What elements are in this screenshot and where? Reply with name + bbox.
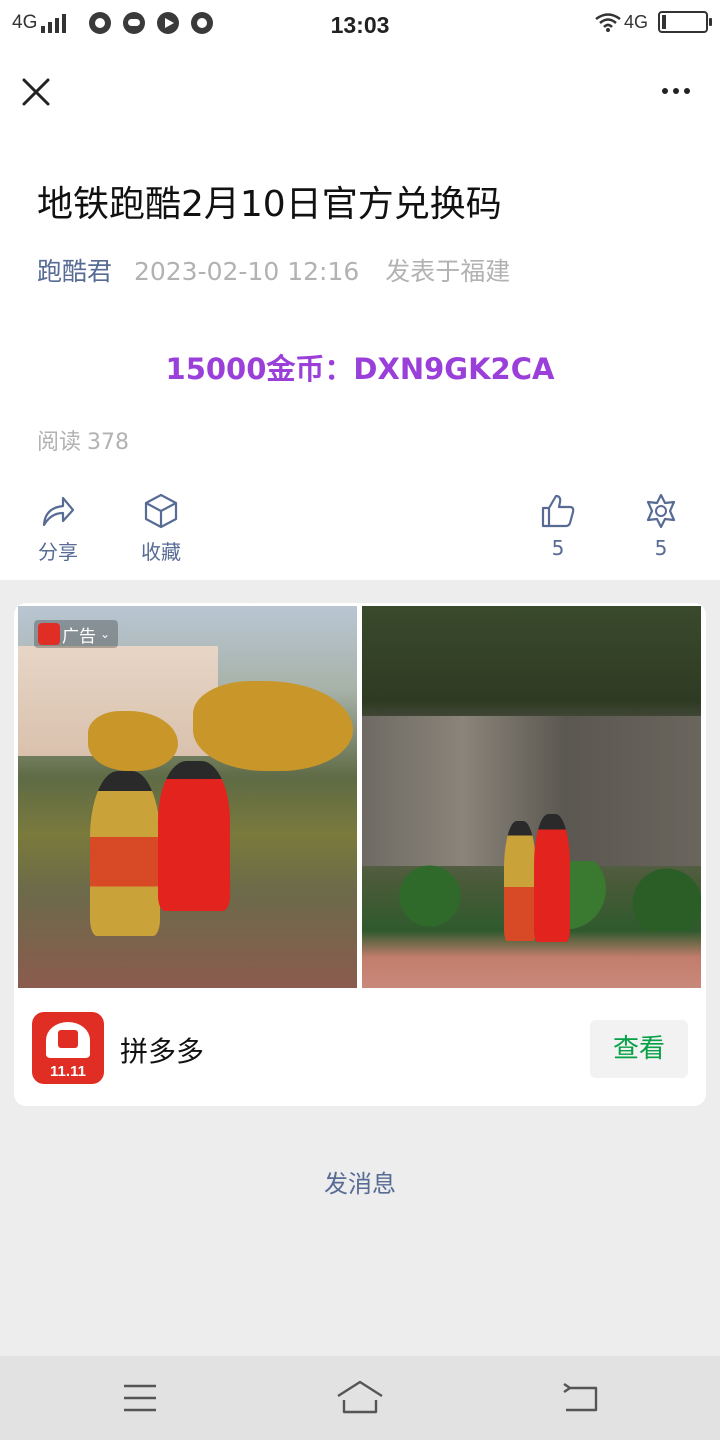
close-icon	[22, 78, 50, 106]
more-options-button[interactable]	[657, 88, 690, 94]
home-button[interactable]	[336, 1380, 384, 1416]
more-dots-icon	[662, 88, 668, 94]
favorite-button[interactable]: 收藏	[121, 492, 201, 565]
publish-date: 2023-02-10 12:16	[133, 257, 360, 286]
favorite-label: 收藏	[141, 540, 181, 564]
send-message-link[interactable]: 发消息	[0, 1164, 720, 1199]
ad-tag-label: 广告	[62, 626, 96, 647]
view-button[interactable]: 查看	[590, 1020, 688, 1078]
home-icon	[337, 1380, 383, 1414]
wow-star-icon	[646, 493, 676, 529]
redeem-code-text: 15000金币：DXN9GK2CA	[165, 352, 555, 386]
back-icon	[563, 1383, 598, 1412]
article-title: 地铁跑酷2月10日官方兑换码	[37, 184, 502, 225]
article-meta: 跑酷君 2023-02-10 12:16 发表于福建	[37, 252, 510, 288]
read-count-label: 阅读	[37, 430, 82, 455]
article-panel: 地铁跑酷2月10日官方兑换码 跑酷君 2023-02-10 12:16 发表于福…	[0, 50, 720, 580]
wow-count: 5	[654, 536, 668, 560]
app-icon-sale-text: 11.11	[50, 1063, 86, 1080]
like-count: 5	[551, 536, 565, 560]
status-right: 4G	[594, 11, 712, 33]
author-link[interactable]: 跑酷君	[37, 257, 112, 286]
cube-icon	[144, 493, 178, 529]
status-bar: 4G 13:03 4G	[0, 0, 720, 50]
battery-icon	[658, 11, 712, 33]
read-count: 阅读 378	[37, 424, 129, 456]
pinduoduo-app-icon[interactable]: 11.11	[32, 1012, 104, 1084]
chevron-down-icon: ⌄	[100, 627, 111, 641]
share-label: 分享	[38, 540, 78, 564]
publish-location: 发表于福建	[385, 257, 511, 286]
ad-photo-left[interactable]: 广告 ⌄	[18, 606, 357, 988]
wifi-icon	[594, 12, 622, 32]
share-icon	[42, 496, 75, 527]
woman-left-small-image	[504, 821, 536, 941]
menu-icon	[124, 1384, 156, 1412]
like-button[interactable]: 5	[518, 492, 598, 560]
wow-button[interactable]: 5	[621, 492, 701, 560]
woman-right-small-image	[534, 814, 570, 942]
recent-apps-button[interactable]	[120, 1380, 160, 1416]
ad-app-row[interactable]: 11.11 拼多多 查看	[14, 988, 706, 1106]
read-count-value: 378	[87, 430, 130, 455]
share-button[interactable]: 分享	[18, 492, 98, 565]
back-button[interactable]	[560, 1380, 600, 1416]
system-nav-bar	[0, 1356, 720, 1440]
golden-horse-statue	[193, 681, 353, 771]
ad-tag[interactable]: 广告 ⌄	[34, 620, 119, 648]
thumbs-up-icon	[541, 494, 575, 528]
woman-right-image	[158, 761, 230, 911]
woman-left-image	[90, 771, 160, 936]
ad-app-name[interactable]: 拼多多	[120, 1030, 204, 1070]
network-type-label-right: 4G	[623, 11, 648, 32]
pdd-mini-logo-icon	[38, 623, 60, 645]
ad-card[interactable]: 广告 ⌄ 11.11 拼多多 查看	[14, 603, 706, 1106]
close-button[interactable]	[18, 74, 54, 110]
ad-photo-right[interactable]	[362, 606, 701, 988]
